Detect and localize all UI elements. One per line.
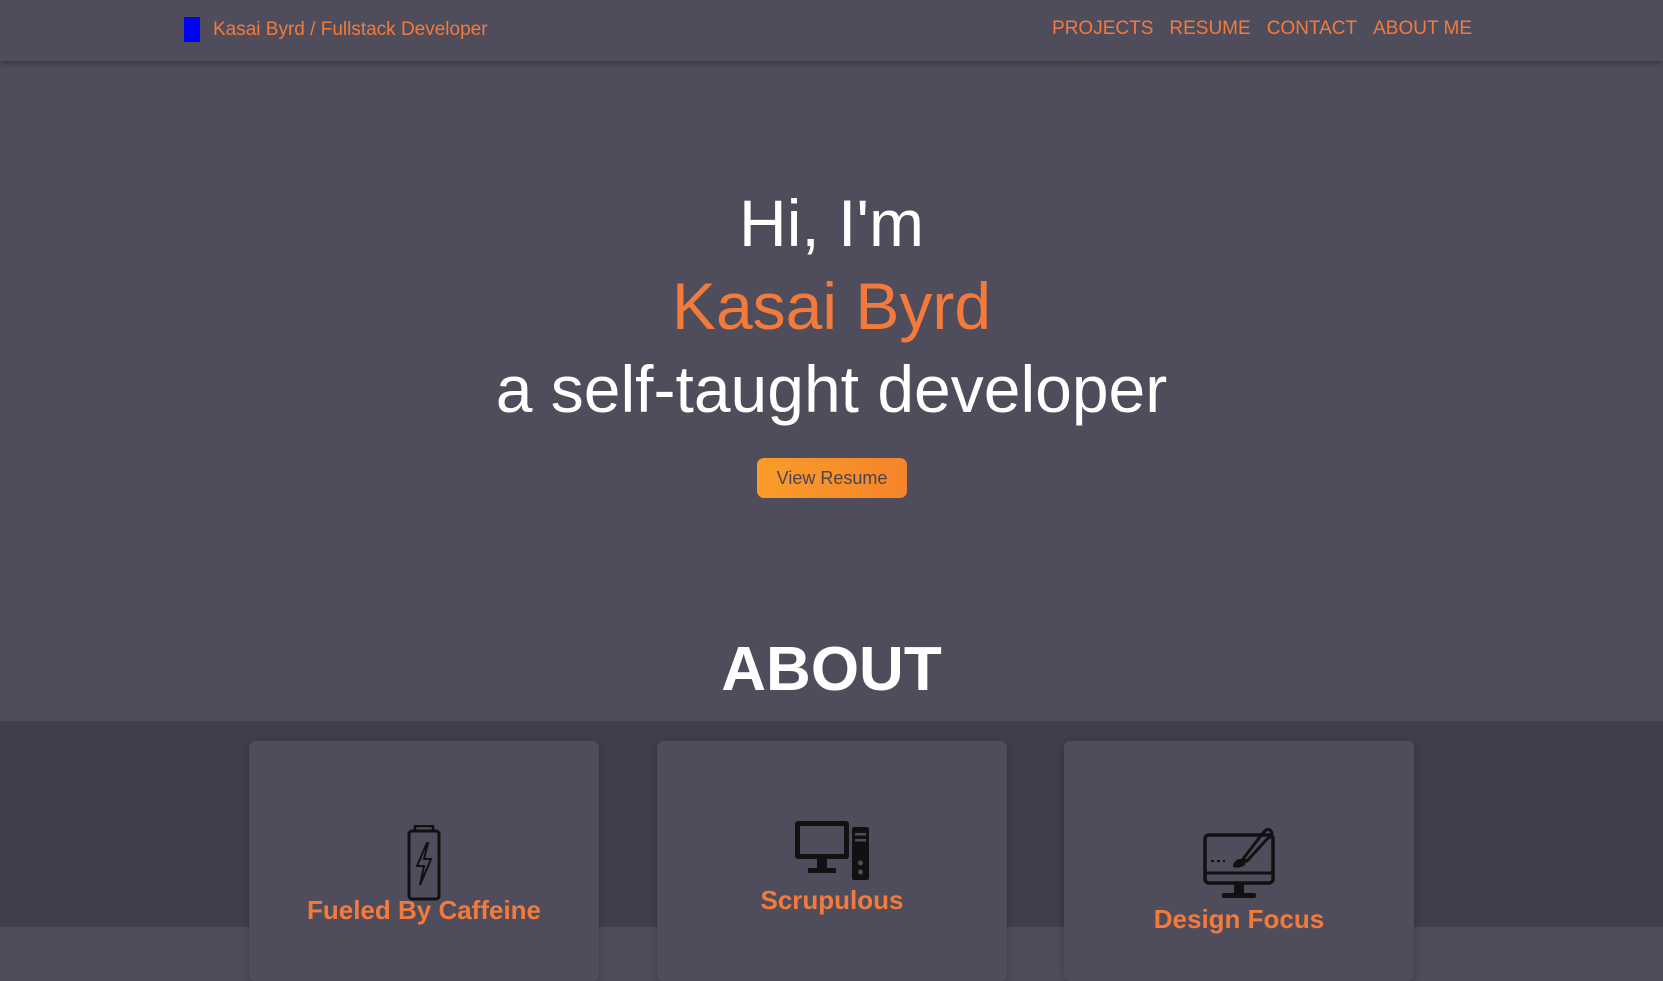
hero-section: Hi, I'm Kasai Byrd a self-taught develop… (0, 61, 1663, 721)
energy-drink-can-icon (249, 825, 599, 901)
card-title: Design Focus (1153, 904, 1325, 934)
brand-text: Kasai Byrd / Fullstack Developer (213, 19, 488, 40)
view-resume-button[interactable]: View Resume (757, 458, 907, 498)
desktop-computer-icon (657, 819, 1007, 881)
card-title: Scrupulous (760, 885, 904, 915)
hero-tagline: a self-taught developer (495, 352, 1168, 426)
brand-logo (184, 17, 200, 42)
hero-greeting: Hi, I'm (739, 186, 924, 260)
about-card-scrupulous: Scrupulous (657, 741, 1007, 981)
nav-link-projects[interactable]: PROJECTS (1052, 16, 1153, 42)
nav-link-resume[interactable]: RESUME (1169, 16, 1250, 42)
nav-link-contact[interactable]: CONTACT (1267, 16, 1357, 42)
brand-link[interactable]: Kasai Byrd / Fullstack Developer (184, 17, 488, 42)
card-title: Fueled By Caffeine (306, 895, 542, 925)
monitor-paintbrush-icon (1064, 825, 1414, 901)
nav-links: PROJECTS RESUME CONTACT ABOUT ME (1052, 16, 1472, 42)
about-title: ABOUT (721, 635, 942, 704)
about-card-caffeine: Fueled By Caffeine (249, 741, 599, 981)
top-navbar: Kasai Byrd / Fullstack Developer PROJECT… (0, 0, 1663, 61)
hero-name: Kasai Byrd (671, 269, 992, 343)
about-card-design: Design Focus (1064, 741, 1414, 981)
about-cards-band: Fueled By Caffeine Scrupulous Design Foc… (0, 721, 1663, 981)
nav-link-about-me[interactable]: ABOUT ME (1373, 16, 1472, 42)
